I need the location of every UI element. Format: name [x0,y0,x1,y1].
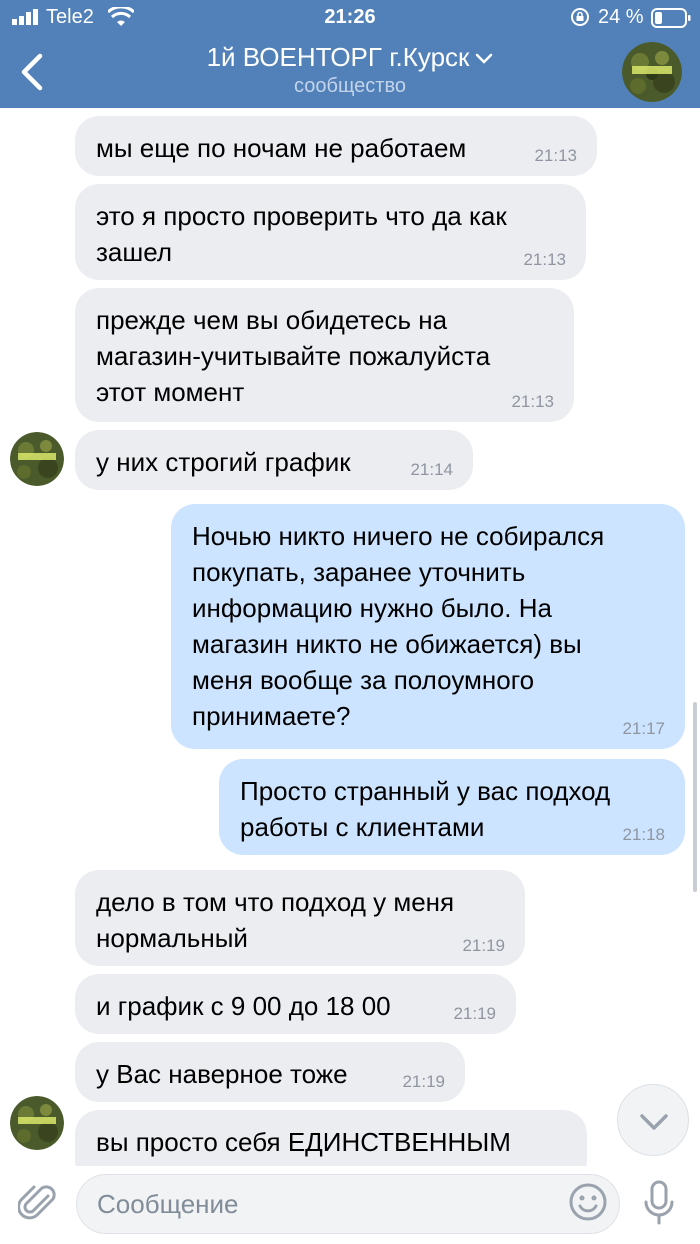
message-time: 21:13 [523,250,566,269]
battery-icon [651,8,691,28]
smile-icon[interactable] [568,1182,608,1222]
chat-title-area[interactable]: 1й ВОЕНТОРГ г.Курск сообщество [100,42,600,98]
message-time: 21:13 [511,392,554,411]
message-time: 21:17 [622,719,665,738]
camo-logo-icon [10,1096,64,1150]
message-text: дело в том что подход у меня нормальный [96,887,455,953]
status-time: 21:26 [324,6,376,28]
message-time: 21:19 [402,1072,445,1091]
message-text: и график с 9 00 до 18 00 [96,991,391,1021]
camo-logo-icon [10,432,64,486]
message-time: 21:19 [462,936,505,955]
message-bubble-incoming[interactable]: у них строгий график 21:14 [75,430,473,490]
message-time: 21:13 [534,146,577,165]
message-text: это я просто проверить что да как зашел [96,201,507,267]
message-list[interactable]: мы еще по ночам не работаем 21:13 это я … [0,108,700,1166]
status-bar: Tele2 21:26 24 % [0,0,700,36]
message-bubble-outgoing[interactable]: Просто странный у вас подход работы с кл… [219,759,685,855]
message-input-placeholder: Сообщение [97,1189,239,1219]
message-text: вы просто себя ЕДИНСТВЕННЫМ [96,1127,511,1157]
battery-percent: 24 % [598,6,644,28]
chat-subtitle: сообщество [294,75,406,97]
back-arrow-icon[interactable] [14,52,50,92]
message-time: 21:18 [622,825,665,844]
message-text: прежде чем вы обидетесь на магазин-учиты… [96,305,491,407]
message-composer: Сообщение [0,1166,700,1244]
sender-avatar[interactable] [10,432,64,486]
message-bubble-incoming[interactable]: прежде чем вы обидетесь на магазин-учиты… [75,288,574,422]
message-bubble-incoming[interactable]: мы еще по ночам не работаем 21:13 [75,116,597,176]
community-avatar[interactable] [622,42,682,102]
sender-avatar[interactable] [10,1096,64,1150]
chevron-down-icon [476,53,493,64]
message-bubble-incoming[interactable]: дело в том что подход у меня нормальный … [75,870,525,966]
microphone-icon[interactable] [642,1180,676,1226]
paperclip-icon[interactable] [18,1182,58,1226]
message-time: 21:14 [410,460,453,479]
message-bubble-incoming[interactable]: это я просто проверить что да как зашел … [75,184,586,280]
message-bubble-incoming[interactable]: и график с 9 00 до 18 00 21:19 [75,974,516,1034]
chat-title: 1й ВОЕНТОРГ г.Курск [100,42,600,73]
scroll-down-icon [640,1114,668,1130]
message-input[interactable]: Сообщение [76,1174,620,1234]
scrollbar[interactable] [693,702,697,892]
message-text: Просто странный у вас подход работы с кл… [240,776,611,842]
camo-logo-icon [622,42,682,102]
message-bubble-outgoing[interactable]: Ночью никто ничего не собирался покупать… [171,504,685,749]
message-time: 21:19 [453,1004,496,1023]
message-bubble-incoming[interactable]: вы просто себя ЕДИНСТВЕННЫМ [75,1110,587,1166]
scroll-down-button[interactable] [617,1084,689,1156]
chat-header: Tele2 21:26 24 % 1й ВОЕНТОРГ г.Курск соо… [0,0,700,108]
chat-title-text: 1й ВОЕНТОРГ г.Курск [206,42,470,72]
rotation-lock-icon [571,8,589,26]
message-bubble-incoming[interactable]: у Вас наверное тоже 21:19 [75,1042,465,1102]
message-text: мы еще по ночам не работаем [96,133,467,163]
message-text: Ночью никто ничего не собирался покупать… [192,521,605,731]
